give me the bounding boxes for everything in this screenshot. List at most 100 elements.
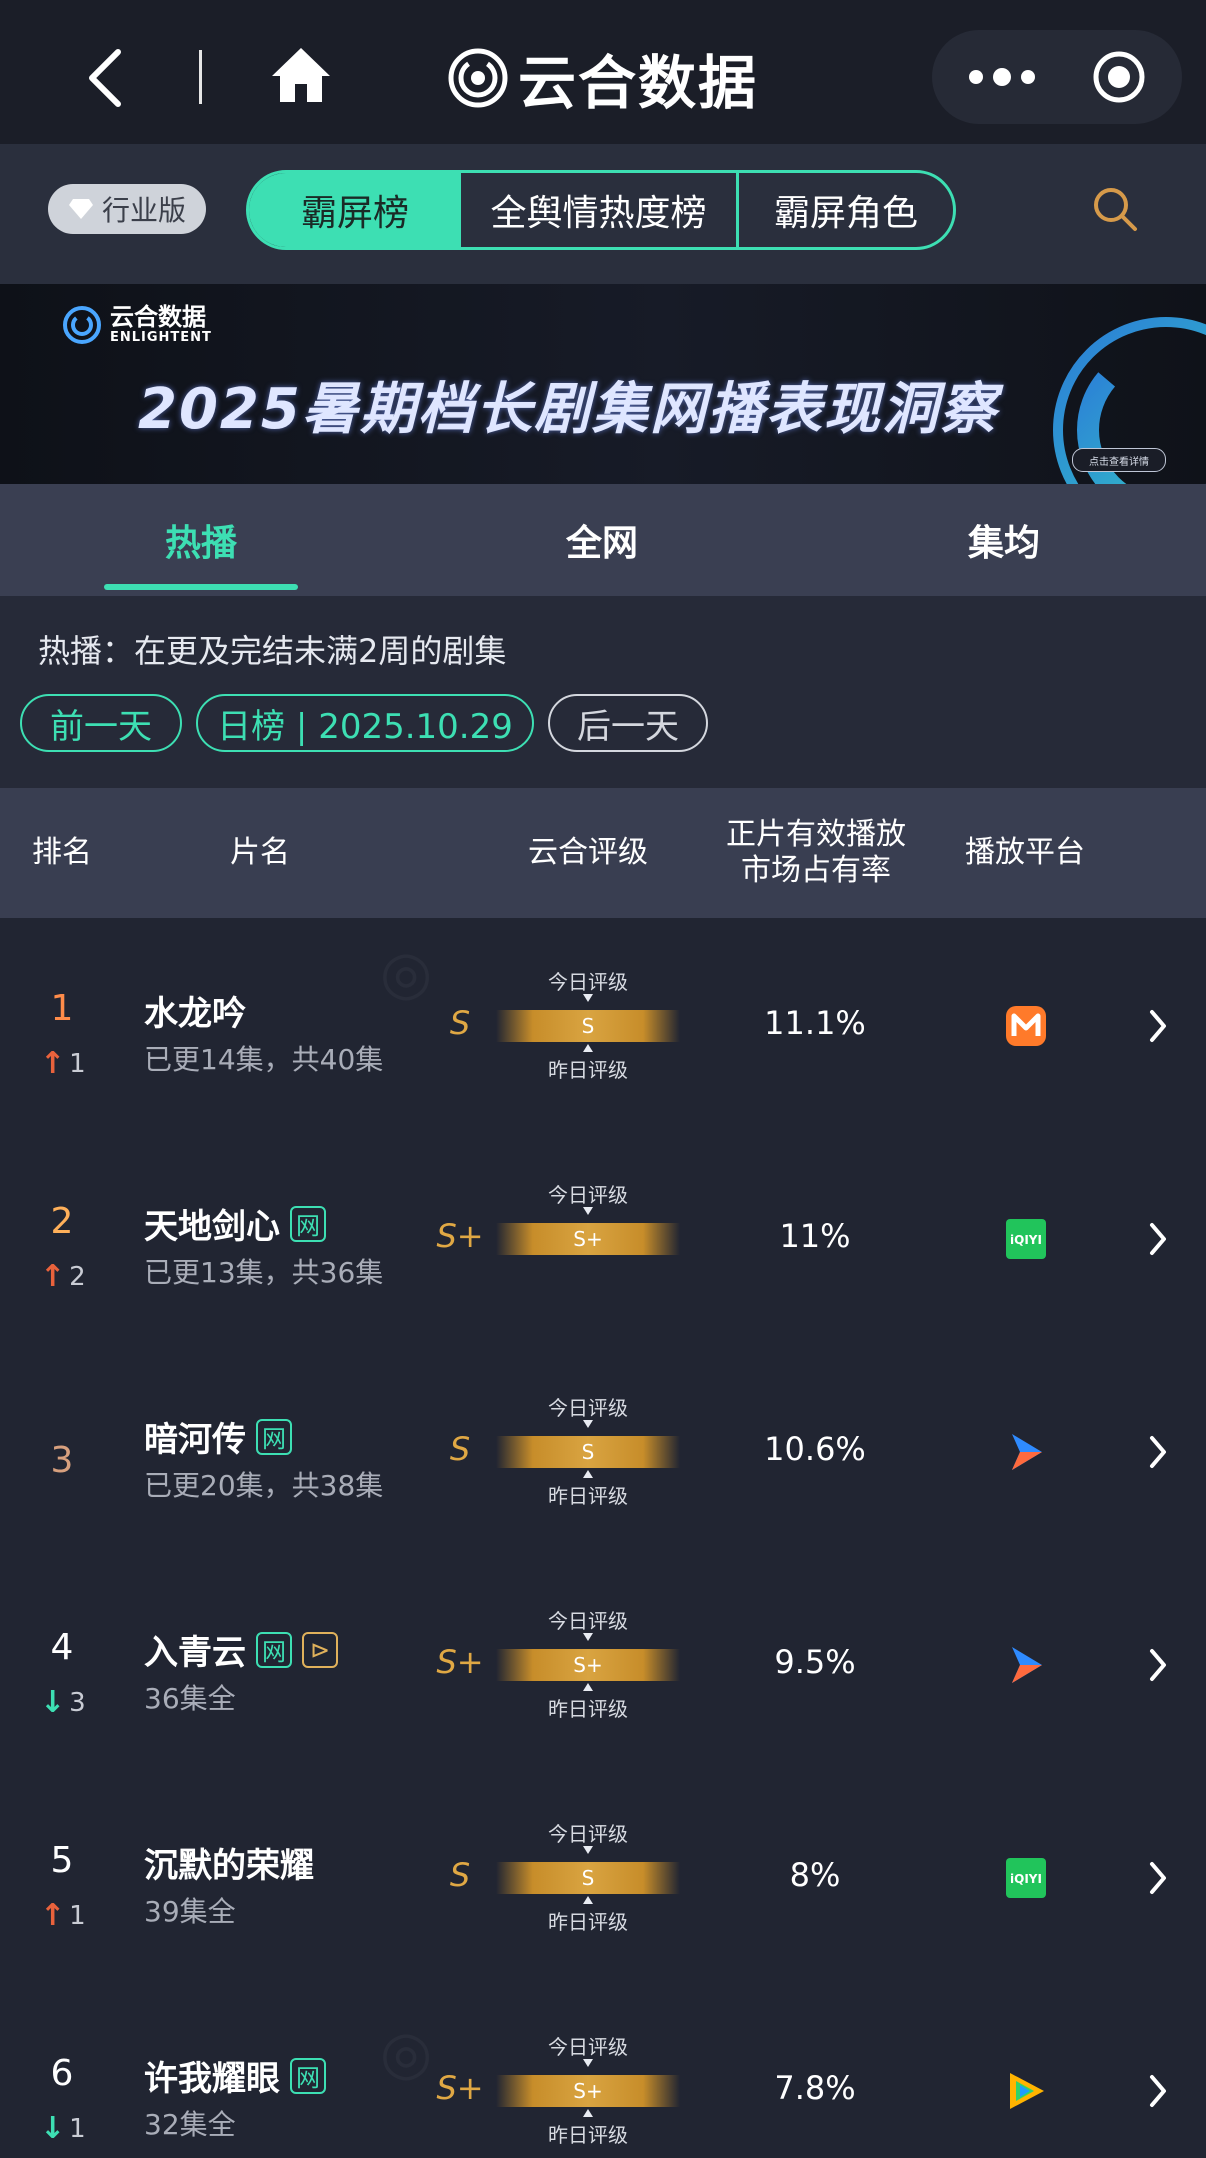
yesterday-rating-marker	[583, 1470, 593, 1478]
top-nav-bar: 云合数据	[0, 0, 1206, 144]
yesterday-rating-label: 昨日评级	[548, 1058, 628, 1082]
chevron-right-icon[interactable]	[1148, 1221, 1168, 1257]
tab-top-roles[interactable]: 霸屏角色	[739, 173, 953, 247]
ranking-type-row: 行业版 霸屏榜 全舆情热度榜 霸屏角色	[0, 144, 1206, 284]
yesterday-rating-label: 昨日评级	[548, 1484, 628, 1508]
list-item[interactable]: 2 ↑ 2 天地剑心网已更13集，共36集 S+ 今日评级 S+ 11% iQIYI	[0, 1131, 1206, 1344]
chevron-right-icon[interactable]	[1148, 1647, 1168, 1683]
rating-bar: S	[496, 1862, 680, 1894]
youku-icon	[1012, 1434, 1042, 1470]
list-item[interactable]: 5 ↑ 1 沉默的荣耀 39集全 S 今日评级 S 昨日评级 8% iQIYI	[0, 1770, 1206, 1983]
show-title[interactable]: 暗河传网	[144, 1412, 292, 1461]
list-item[interactable]: 6 ↓ 1 许我耀眼网 32集全 S+ 今日评级 S+ 昨日评级 7.8%	[0, 1983, 1206, 2158]
banner-logo-subtext: ENLIGHTENT	[110, 330, 212, 345]
close-target-icon[interactable]	[1092, 50, 1146, 104]
tab-public-opinion[interactable]: 全舆情热度榜	[461, 173, 739, 247]
rank-change: ↑ 1	[40, 1898, 96, 1933]
episode-status: 39集全	[144, 1895, 236, 1928]
episode-status: 已更14集，共40集	[144, 1043, 384, 1076]
market-share-value: 11%	[779, 1217, 851, 1255]
show-title[interactable]: 天地剑心网	[144, 1199, 326, 1248]
ranking-list: ◎ ◎ 1↑1水龙吟已更14集，共40集S今日评级S昨日评级11.1%2↑2天地…	[0, 918, 1206, 2158]
next-day-button[interactable]: 后一天	[548, 694, 708, 752]
app-title-text: 云合数据	[518, 49, 759, 117]
period-tab-bar: 热播 全网 集均	[0, 484, 1206, 596]
search-icon[interactable]	[1090, 184, 1140, 234]
tab-hot[interactable]: 热播	[104, 484, 298, 596]
chevron-right-icon[interactable]	[1148, 2073, 1168, 2109]
more-icon[interactable]	[962, 63, 1042, 91]
rating-grade: S+	[436, 2069, 484, 2107]
episode-status: 已更20集，共38集	[144, 1469, 384, 1502]
banner-logo-text: 云合数据	[110, 303, 206, 331]
header-rating: 云合评级	[528, 835, 648, 870]
home-icon[interactable]	[270, 44, 332, 106]
web-drama-badge: 网	[290, 1205, 326, 1242]
rank-change: ↑ 1	[40, 1046, 96, 1081]
date-selector-button[interactable]: 日榜 | 2025.10.29	[196, 694, 534, 752]
previous-day-button[interactable]: 前一天	[20, 694, 182, 752]
rating-grade: S	[449, 1004, 471, 1042]
yesterday-rating-marker	[583, 1044, 593, 1052]
show-title-text: 许我耀眼	[144, 2059, 280, 2099]
rank-change-value: 2	[69, 1261, 86, 1292]
header-market-share-line2: 市场占有率	[741, 853, 891, 888]
header-market-share-line1: 正片有效播放	[726, 817, 906, 852]
today-rating-label: 今日评级	[548, 970, 628, 994]
rating-bar: S	[496, 1010, 680, 1042]
today-rating-label: 今日评级	[548, 1609, 628, 1633]
industry-edition-label: 行业版	[101, 194, 186, 227]
today-rating-marker	[583, 1420, 593, 1428]
header-market-share: 正片有效播放 市场占有率	[710, 788, 922, 918]
episode-status: 32集全	[144, 2108, 236, 2141]
rating-grade: S+	[436, 1217, 484, 1255]
market-share-value: 11.1%	[764, 1004, 866, 1042]
today-rating-marker	[583, 1207, 593, 1215]
yesterday-rating-label: 昨日评级	[548, 2123, 628, 2147]
rank-number: 4	[50, 1627, 74, 1668]
chevron-right-icon[interactable]	[1148, 1860, 1168, 1896]
show-title-text: 暗河传	[144, 1420, 246, 1460]
chevron-right-icon[interactable]	[1148, 1008, 1168, 1044]
mango-tv-icon	[1006, 1006, 1046, 1046]
industry-edition-button[interactable]: 行业版	[48, 184, 206, 234]
rank-change-value: 1	[69, 1900, 86, 1931]
youku-icon	[1012, 1647, 1042, 1683]
episode-status: 已更13集，共36集	[144, 1256, 384, 1289]
hot-definition-text: 热播：在更及完结未满2周的剧集	[38, 632, 507, 670]
rank-number: 6	[50, 2053, 74, 2094]
show-title[interactable]: 入青云网 ⊳	[144, 1625, 338, 1674]
list-item[interactable]: 3 暗河传网已更20集，共38集 S 今日评级 S 昨日评级 10.6%	[0, 1344, 1206, 1557]
arrow-up-icon: ↑	[40, 1259, 66, 1294]
header-title: 片名	[230, 835, 290, 870]
back-arrow-icon[interactable]	[78, 42, 138, 114]
header-rank: 排名	[32, 835, 92, 870]
chevron-right-icon[interactable]	[1148, 1434, 1168, 1470]
today-rating-label: 今日评级	[548, 1822, 628, 1846]
yesterday-rating-label: 昨日评级	[548, 1697, 628, 1721]
today-rating-label: 今日评级	[548, 1396, 628, 1420]
rating-bar: S+	[496, 1649, 680, 1681]
rating-grade: S+	[436, 1643, 484, 1681]
tab-all-network[interactable]: 全网	[502, 484, 702, 596]
rating-grade: S	[449, 1430, 471, 1468]
iqiyi-icon: iQIYI	[1006, 1858, 1046, 1898]
rank-number: 2	[50, 1201, 74, 1242]
promo-banner[interactable]: 云合数据 ENLIGHTENT 2025暑期档长剧集网播表现洞察 点击查看详情	[0, 284, 1206, 484]
tab-per-episode[interactable]: 集均	[904, 484, 1104, 596]
show-title[interactable]: 水龙吟	[144, 986, 246, 1035]
list-item[interactable]: 1 ↑ 1 水龙吟 已更14集，共40集 S 今日评级 S 昨日评级 11.1%	[0, 918, 1206, 1131]
yesterday-rating-marker	[583, 1683, 593, 1691]
show-title[interactable]: 许我耀眼网	[144, 2051, 326, 2100]
web-drama-badge: 网	[290, 2057, 326, 2094]
enlightent-logo-icon	[63, 305, 101, 344]
iqiyi-icon: iQIYI	[1006, 1219, 1046, 1259]
list-item[interactable]: 4 ↓ 3 入青云网 ⊳ 36集全 S+ 今日评级 S+ 昨日评级 9.5%	[0, 1557, 1206, 1770]
today-rating-marker	[583, 994, 593, 1002]
rank-change-value: 1	[69, 2113, 86, 2144]
active-tab-indicator	[104, 584, 298, 590]
show-title[interactable]: 沉默的荣耀	[144, 1838, 314, 1887]
enlightent-logo-icon	[448, 48, 508, 108]
tab-bapingbang[interactable]: 霸屏榜	[249, 173, 461, 247]
banner-detail-pill[interactable]: 点击查看详情	[1072, 448, 1166, 472]
